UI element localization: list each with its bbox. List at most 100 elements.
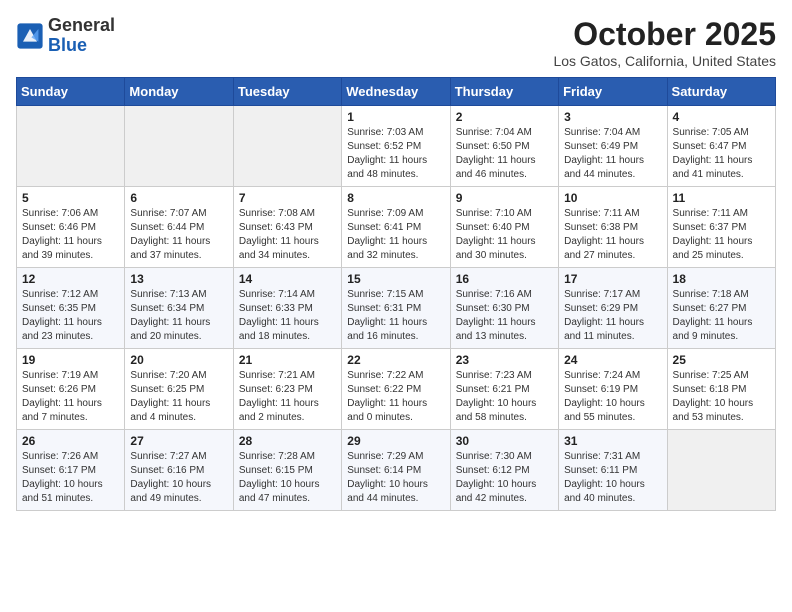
day-number: 11 xyxy=(673,191,770,205)
day-number: 27 xyxy=(130,434,227,448)
location-label: Los Gatos, California, United States xyxy=(553,53,776,69)
day-detail: Sunrise: 7:06 AM Sunset: 6:46 PM Dayligh… xyxy=(22,207,119,263)
day-number: 2 xyxy=(456,110,553,124)
weekday-header-row: Sunday Monday Tuesday Wednesday Thursday… xyxy=(17,78,776,106)
calendar-cell: 3Sunrise: 7:04 AM Sunset: 6:49 PM Daylig… xyxy=(559,106,667,187)
calendar-cell: 28 Sunrise: 7:28 AM Sunset: 6:15 PM Dayli… xyxy=(233,430,341,511)
calendar-cell: 4 Sunrise: 7:05 AM Sunset: 6:47 PM Daylig… xyxy=(667,106,775,187)
calendar-cell: 22Sunrise: 7:22 AM Sunset: 6:22 PM Dayli… xyxy=(342,349,450,430)
calendar-cell: 26 Sunrise: 7:26 AM Sunset: 6:17 PM Dayli… xyxy=(17,430,125,511)
calendar-week-1: 1 Sunrise: 7:03 AM Sunset: 6:52 PM Daylig… xyxy=(17,106,776,187)
calendar-cell: 30 Sunrise: 7:30 AM Sunset: 6:12 PM Dayli… xyxy=(450,430,558,511)
day-number: 14 xyxy=(239,272,336,286)
day-detail: Sunrise: 7:05 AM Sunset: 6:47 PM Dayligh… xyxy=(673,126,770,182)
calendar-cell: 12 Sunrise: 7:12 AM Sunset: 6:35 PM Dayli… xyxy=(17,268,125,349)
day-detail: Sunrise: 7:23 AM Sunset: 6:21 PM Dayligh… xyxy=(456,369,553,425)
calendar-week-4: 19 Sunrise: 7:19 AM Sunset: 6:26 PM Dayli… xyxy=(17,349,776,430)
day-detail: Sunrise: 7:04 AM Sunset: 6:50 PM Dayligh… xyxy=(456,126,553,182)
day-detail: Sunrise: 7:09 AM Sunset: 6:41 PM Dayligh… xyxy=(347,207,444,263)
calendar-cell: 20 Sunrise: 7:20 AM Sunset: 6:25 PM Dayli… xyxy=(125,349,233,430)
calendar-cell: 16Sunrise: 7:16 AM Sunset: 6:30 PM Dayli… xyxy=(450,268,558,349)
day-detail: Sunrise: 7:25 AM Sunset: 6:18 PM Dayligh… xyxy=(673,369,770,425)
calendar-cell: 18 Sunrise: 7:18 AM Sunset: 6:27 PM Dayli… xyxy=(667,268,775,349)
day-detail: Sunrise: 7:29 AM Sunset: 6:14 PM Dayligh… xyxy=(347,450,444,506)
calendar-cell: 10 Sunrise: 7:11 AM Sunset: 6:38 PM Dayli… xyxy=(559,187,667,268)
day-number: 13 xyxy=(130,272,227,286)
header-sunday: Sunday xyxy=(17,78,125,106)
logo-blue-label: Blue xyxy=(48,36,115,56)
calendar-cell: 2 Sunrise: 7:04 AM Sunset: 6:50 PM Daylig… xyxy=(450,106,558,187)
header-thursday: Thursday xyxy=(450,78,558,106)
logo-general-label: General xyxy=(48,16,115,36)
calendar-cell: 15Sunrise: 7:15 AM Sunset: 6:31 PM Dayli… xyxy=(342,268,450,349)
calendar-cell: 13 Sunrise: 7:13 AM Sunset: 6:34 PM Dayli… xyxy=(125,268,233,349)
calendar-table: Sunday Monday Tuesday Wednesday Thursday… xyxy=(16,77,776,511)
day-number: 23 xyxy=(456,353,553,367)
day-detail: Sunrise: 7:31 AM Sunset: 6:11 PM Dayligh… xyxy=(564,450,661,506)
logo: General Blue xyxy=(16,16,115,56)
day-number: 1 xyxy=(347,110,444,124)
day-detail: Sunrise: 7:15 AM Sunset: 6:31 PM Dayligh… xyxy=(347,288,444,344)
day-number: 30 xyxy=(456,434,553,448)
day-number: 8 xyxy=(347,191,444,205)
day-detail: Sunrise: 7:07 AM Sunset: 6:44 PM Dayligh… xyxy=(130,207,227,263)
day-number: 31 xyxy=(564,434,661,448)
calendar-cell: 21Sunrise: 7:21 AM Sunset: 6:23 PM Dayli… xyxy=(233,349,341,430)
calendar-cell: 11 Sunrise: 7:11 AM Sunset: 6:37 PM Dayli… xyxy=(667,187,775,268)
day-number: 6 xyxy=(130,191,227,205)
day-detail: Sunrise: 7:11 AM Sunset: 6:37 PM Dayligh… xyxy=(673,207,770,263)
calendar-cell: 19 Sunrise: 7:19 AM Sunset: 6:26 PM Dayli… xyxy=(17,349,125,430)
header-wednesday: Wednesday xyxy=(342,78,450,106)
day-number: 7 xyxy=(239,191,336,205)
day-detail: Sunrise: 7:28 AM Sunset: 6:15 PM Dayligh… xyxy=(239,450,336,506)
page-header: General Blue October 2025 Los Gatos, Cal… xyxy=(16,16,776,69)
day-detail: Sunrise: 7:21 AM Sunset: 6:23 PM Dayligh… xyxy=(239,369,336,425)
day-number: 24 xyxy=(564,353,661,367)
logo-text: General Blue xyxy=(48,16,115,56)
day-detail: Sunrise: 7:18 AM Sunset: 6:27 PM Dayligh… xyxy=(673,288,770,344)
calendar-week-2: 5Sunrise: 7:06 AM Sunset: 6:46 PM Daylig… xyxy=(17,187,776,268)
day-number: 4 xyxy=(673,110,770,124)
day-detail: Sunrise: 7:13 AM Sunset: 6:34 PM Dayligh… xyxy=(130,288,227,344)
day-detail: Sunrise: 7:20 AM Sunset: 6:25 PM Dayligh… xyxy=(130,369,227,425)
calendar-cell: 5Sunrise: 7:06 AM Sunset: 6:46 PM Daylig… xyxy=(17,187,125,268)
day-number: 19 xyxy=(22,353,119,367)
calendar-cell: 27 Sunrise: 7:27 AM Sunset: 6:16 PM Dayli… xyxy=(125,430,233,511)
day-detail: Sunrise: 7:03 AM Sunset: 6:52 PM Dayligh… xyxy=(347,126,444,182)
month-title: October 2025 xyxy=(553,16,776,53)
header-friday: Friday xyxy=(559,78,667,106)
day-number: 28 xyxy=(239,434,336,448)
calendar-cell: 9 Sunrise: 7:10 AM Sunset: 6:40 PM Daylig… xyxy=(450,187,558,268)
day-number: 10 xyxy=(564,191,661,205)
calendar-cell: 17Sunrise: 7:17 AM Sunset: 6:29 PM Dayli… xyxy=(559,268,667,349)
day-detail: Sunrise: 7:19 AM Sunset: 6:26 PM Dayligh… xyxy=(22,369,119,425)
calendar-cell xyxy=(17,106,125,187)
day-detail: Sunrise: 7:22 AM Sunset: 6:22 PM Dayligh… xyxy=(347,369,444,425)
day-number: 26 xyxy=(22,434,119,448)
calendar-cell xyxy=(667,430,775,511)
day-detail: Sunrise: 7:30 AM Sunset: 6:12 PM Dayligh… xyxy=(456,450,553,506)
title-block: October 2025 Los Gatos, California, Unit… xyxy=(553,16,776,69)
day-detail: Sunrise: 7:26 AM Sunset: 6:17 PM Dayligh… xyxy=(22,450,119,506)
calendar-cell: 31 Sunrise: 7:31 AM Sunset: 6:11 PM Dayli… xyxy=(559,430,667,511)
day-number: 12 xyxy=(22,272,119,286)
day-detail: Sunrise: 7:11 AM Sunset: 6:38 PM Dayligh… xyxy=(564,207,661,263)
day-number: 29 xyxy=(347,434,444,448)
day-detail: Sunrise: 7:27 AM Sunset: 6:16 PM Dayligh… xyxy=(130,450,227,506)
day-number: 9 xyxy=(456,191,553,205)
day-detail: Sunrise: 7:12 AM Sunset: 6:35 PM Dayligh… xyxy=(22,288,119,344)
day-number: 18 xyxy=(673,272,770,286)
calendar-cell: 24Sunrise: 7:24 AM Sunset: 6:19 PM Dayli… xyxy=(559,349,667,430)
logo-icon xyxy=(16,22,44,50)
calendar-cell xyxy=(233,106,341,187)
calendar-week-3: 12 Sunrise: 7:12 AM Sunset: 6:35 PM Dayli… xyxy=(17,268,776,349)
calendar-cell xyxy=(125,106,233,187)
day-number: 25 xyxy=(673,353,770,367)
day-detail: Sunrise: 7:08 AM Sunset: 6:43 PM Dayligh… xyxy=(239,207,336,263)
day-detail: Sunrise: 7:10 AM Sunset: 6:40 PM Dayligh… xyxy=(456,207,553,263)
header-saturday: Saturday xyxy=(667,78,775,106)
day-number: 16 xyxy=(456,272,553,286)
calendar-cell: 23 Sunrise: 7:23 AM Sunset: 6:21 PM Dayli… xyxy=(450,349,558,430)
day-number: 3 xyxy=(564,110,661,124)
day-number: 20 xyxy=(130,353,227,367)
